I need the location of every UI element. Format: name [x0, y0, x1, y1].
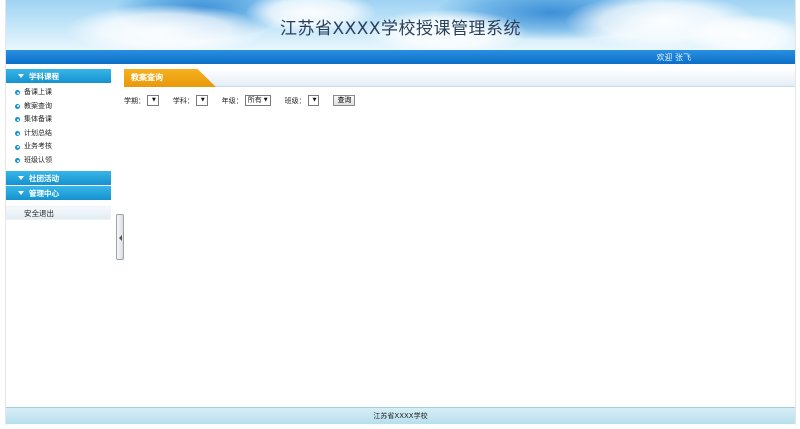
content-header: 教案查询: [124, 69, 795, 87]
caret-down-icon: ▼: [152, 97, 156, 103]
filter-bar: 学期： ▼ 学科： ▼ 年级： 所有 ▼ 班级： ▼ 查询: [124, 95, 795, 106]
sidebar-item-plan-summary[interactable]: 计划总结: [6, 127, 111, 141]
sidebar-item-label: 备课上课: [24, 88, 52, 96]
caret-down-icon: ▼: [200, 97, 205, 103]
logout-button[interactable]: 安全退出: [6, 205, 111, 220]
sidebar-group-label: 管理中心: [29, 188, 59, 198]
sidebar-item-label: 业务考核: [24, 142, 52, 151]
circle-bullet-icon: [15, 90, 20, 96]
welcome-text: 欢迎 张飞: [656, 53, 691, 62]
grade-filter: 年级： 所有 ▼: [222, 95, 271, 106]
sidebar-item-label: 教案查询: [24, 101, 52, 110]
sidebar-item-label: 计划总结: [24, 128, 52, 137]
sidebar-item-label: 集体备课: [24, 115, 52, 124]
sidebar-item-lesson-prep[interactable]: 备课上课: [6, 86, 111, 100]
subject-select[interactable]: ▼: [195, 95, 208, 106]
sidebar-group-admin[interactable]: 管理中心: [6, 185, 111, 201]
footer: 江苏省XXXX学校: [6, 407, 795, 424]
sidebar-item-class-claim[interactable]: 班级认领: [6, 154, 111, 168]
class-select[interactable]: ▼: [307, 95, 320, 106]
caret-down-icon: ▼: [263, 97, 268, 103]
grade-label: 年级：: [221, 96, 243, 105]
triangle-down-icon: [18, 190, 24, 195]
grade-value: 所有: [247, 96, 262, 104]
sidebar-group-label: 社团活动: [29, 173, 59, 183]
circle-bullet-icon: [15, 103, 20, 109]
circle-bullet-icon: [15, 144, 20, 150]
tab-plan-query[interactable]: 教案查询: [124, 69, 216, 87]
sidebar-items: 备课上课 教案查询 集体备课 计划总结 业务考核 班级认领: [6, 84, 111, 171]
grade-select[interactable]: 所有 ▼: [244, 95, 271, 106]
sidebar-group-label: 学科课程: [29, 72, 59, 81]
sidebar-group-clubs[interactable]: 社团活动: [6, 170, 111, 186]
sidebar-item-plan-query[interactable]: 教案查询: [6, 100, 111, 114]
sidebar-group-courses[interactable]: 学科课程: [6, 69, 111, 84]
circle-bullet-icon: [15, 117, 20, 123]
sidebar: 学科课程 备课上课 教案查询 集体备课 计划总结 业务考核 班级认领 社团活动: [6, 69, 111, 220]
sidebar-collapse-handle[interactable]: [116, 214, 124, 260]
main-content: 教案查询 学期： ▼ 学科： ▼ 年级： 所有 ▼ 班级： ▼ 查询: [124, 69, 795, 106]
sidebar-item-group-prep[interactable]: 集体备课: [6, 113, 111, 127]
class-filter: 班级： ▼: [285, 95, 320, 106]
subject-label: 学科：: [172, 96, 194, 105]
term-label: 学期：: [124, 96, 145, 105]
circle-bullet-icon: [15, 158, 20, 164]
top-bar: 欢迎 张飞: [6, 50, 795, 64]
header-banner: 江苏省XXXX学校授课管理系统: [6, 0, 795, 50]
class-label: 班级：: [284, 96, 306, 105]
triangle-down-icon: [18, 175, 24, 180]
circle-bullet-icon: [15, 131, 20, 137]
term-filter: 学期： ▼: [124, 95, 159, 106]
term-select[interactable]: ▼: [147, 95, 159, 106]
subject-filter: 学科： ▼: [173, 95, 208, 106]
query-button[interactable]: 查询: [333, 95, 356, 106]
triangle-down-icon: [18, 74, 24, 78]
sidebar-item-assessment[interactable]: 业务考核: [6, 140, 111, 154]
system-title: 江苏省XXXX学校授课管理系统: [279, 19, 522, 39]
caret-down-icon: ▼: [312, 97, 317, 103]
sidebar-item-label: 班级认领: [24, 155, 52, 164]
